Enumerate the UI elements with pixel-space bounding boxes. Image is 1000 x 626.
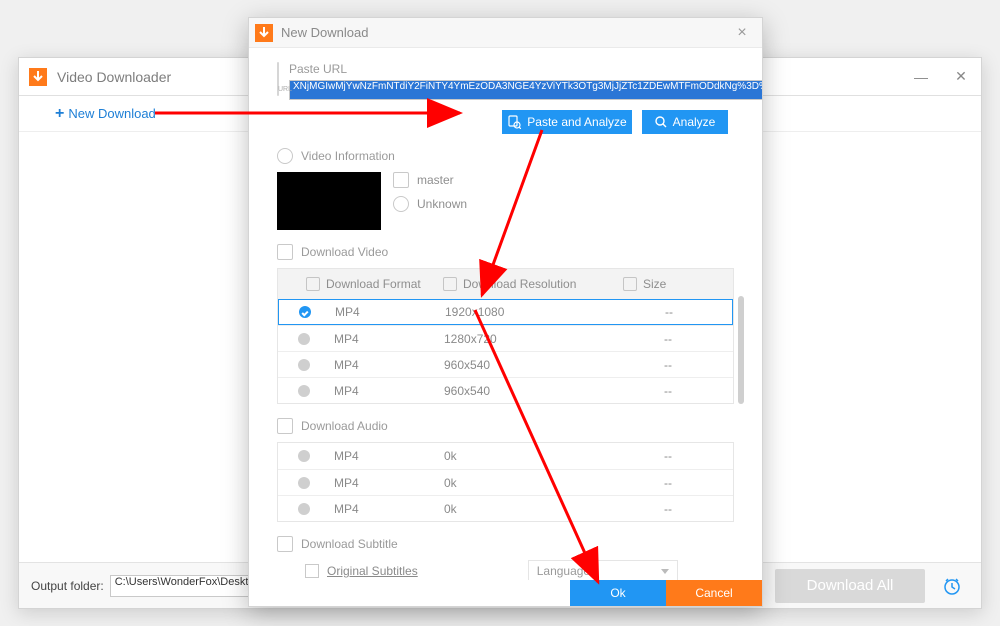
new-download-dialog: New Download × Paste URL XNjMGIwMjYwNzFm…: [248, 17, 763, 607]
table-row[interactable]: MP41920x1080--: [278, 299, 733, 325]
paste-analyze-label: Paste and Analyze: [527, 115, 626, 129]
cell-resolution: 1920x1080: [445, 305, 625, 319]
video-info-header: Video Information: [301, 149, 395, 163]
dialog-footer: Ok Cancel: [249, 580, 762, 606]
size-icon: [623, 277, 637, 291]
url-file-icon: [277, 62, 279, 96]
cell-format: MP4: [334, 358, 444, 372]
window-controls: — ✕: [901, 58, 981, 96]
radio-icon: [299, 306, 311, 318]
table-row[interactable]: MP4960x540--: [278, 377, 733, 403]
original-subtitles-checkbox[interactable]: [305, 564, 319, 578]
paste-icon: [507, 115, 521, 129]
dialog-logo-icon: [255, 24, 273, 42]
cell-size: --: [625, 305, 732, 319]
format-icon: [306, 277, 320, 291]
table-row[interactable]: MP41280x720--: [278, 325, 733, 351]
output-folder-label: Output folder:: [31, 579, 104, 593]
original-subtitles-label: Original Subtitles: [327, 564, 418, 578]
cell-size: --: [624, 358, 733, 372]
video-duration: Unknown: [417, 197, 467, 211]
cell-format: MP4: [334, 476, 444, 490]
cell-bitrate: 0k: [444, 449, 624, 463]
analyze-label: Analyze: [673, 115, 716, 129]
video-thumbnail: [277, 172, 381, 230]
dialog-body: Paste URL XNjMGIwMjYwNzFmNTdiY2FiNTY4YmE…: [249, 48, 762, 580]
download-all-button[interactable]: Download All: [775, 569, 925, 603]
video-format-table: Download Format Download Resolution Size…: [277, 268, 734, 404]
col-resolution: Download Resolution: [463, 277, 576, 291]
paste-analyze-button[interactable]: Paste and Analyze: [502, 110, 632, 134]
cell-size: --: [624, 449, 733, 463]
table-header: Download Format Download Resolution Size: [278, 269, 733, 299]
col-size: Size: [643, 277, 666, 291]
close-button[interactable]: ✕: [941, 58, 981, 96]
cell-format: MP4: [334, 449, 444, 463]
url-input[interactable]: XNjMGIwMjYwNzFmNTdiY2FiNTY4YmEzODA3NGE4Y…: [289, 80, 762, 100]
dialog-titlebar: New Download ×: [249, 18, 762, 48]
cell-size: --: [624, 384, 733, 398]
col-format: Download Format: [326, 277, 421, 291]
analyze-button[interactable]: Analyze: [642, 110, 728, 134]
cell-resolution: 1280x720: [444, 332, 624, 346]
ok-button[interactable]: Ok: [570, 580, 666, 606]
new-download-label: New Download: [68, 106, 155, 121]
info-icon: [277, 148, 293, 164]
audio-format-table: MP40k--MP40k--MP40k--: [277, 442, 734, 522]
download-subtitle-section: Download Subtitle Original Subtitles Lan…: [277, 536, 734, 580]
paste-url-label: Paste URL: [289, 62, 762, 76]
dialog-close-button[interactable]: ×: [722, 24, 762, 42]
cell-format: MP4: [334, 332, 444, 346]
main-title: Video Downloader: [57, 69, 171, 85]
radio-icon: [298, 385, 310, 397]
clock-icon: [393, 196, 409, 212]
cc-icon: [277, 536, 293, 552]
video-info-section: Video Information master Unknown: [277, 148, 734, 230]
resolution-icon: [443, 277, 457, 291]
radio-icon: [298, 477, 310, 489]
video-icon: [277, 244, 293, 260]
table-row[interactable]: MP4960x540--: [278, 351, 733, 377]
cell-bitrate: 0k: [444, 502, 624, 516]
cell-size: --: [624, 332, 733, 346]
cell-resolution: 960x540: [444, 358, 624, 372]
download-audio-header: Download Audio: [301, 419, 388, 433]
url-row: Paste URL XNjMGIwMjYwNzFmNTdiY2FiNTY4YmE…: [277, 62, 734, 100]
table-row[interactable]: MP40k--: [278, 495, 733, 521]
search-icon: [655, 116, 667, 128]
cell-format: MP4: [334, 384, 444, 398]
cancel-button[interactable]: Cancel: [666, 580, 762, 606]
video-title: master: [417, 173, 454, 187]
file-icon: [393, 172, 409, 188]
cell-size: --: [624, 476, 733, 490]
cell-size: --: [624, 502, 733, 516]
language-select[interactable]: Language: [528, 560, 678, 580]
scrollbar[interactable]: [738, 296, 744, 404]
dialog-title: New Download: [281, 25, 368, 40]
table-row[interactable]: MP40k--: [278, 443, 733, 469]
cell-bitrate: 0k: [444, 476, 624, 490]
app-logo-icon: [29, 68, 47, 86]
radio-icon: [298, 359, 310, 371]
plus-icon: +: [55, 105, 64, 123]
radio-icon: [298, 333, 310, 345]
download-video-header: Download Video: [301, 245, 388, 259]
audio-icon: [277, 418, 293, 434]
minimize-button[interactable]: —: [901, 58, 941, 96]
analyze-button-row: Paste and Analyze Analyze: [277, 110, 734, 134]
language-label: Language: [537, 564, 590, 578]
radio-icon: [298, 503, 310, 515]
new-download-button[interactable]: + New Download: [55, 105, 156, 123]
cell-format: MP4: [335, 305, 445, 319]
radio-icon: [298, 450, 310, 462]
download-subtitle-header: Download Subtitle: [301, 537, 398, 551]
download-audio-section: Download Audio MP40k--MP40k--MP40k--: [277, 418, 734, 522]
scheduler-button[interactable]: [935, 569, 969, 603]
table-row[interactable]: MP40k--: [278, 469, 733, 495]
cell-resolution: 960x540: [444, 384, 624, 398]
download-video-section: Download Video Download Format Download …: [277, 244, 734, 404]
cell-format: MP4: [334, 502, 444, 516]
